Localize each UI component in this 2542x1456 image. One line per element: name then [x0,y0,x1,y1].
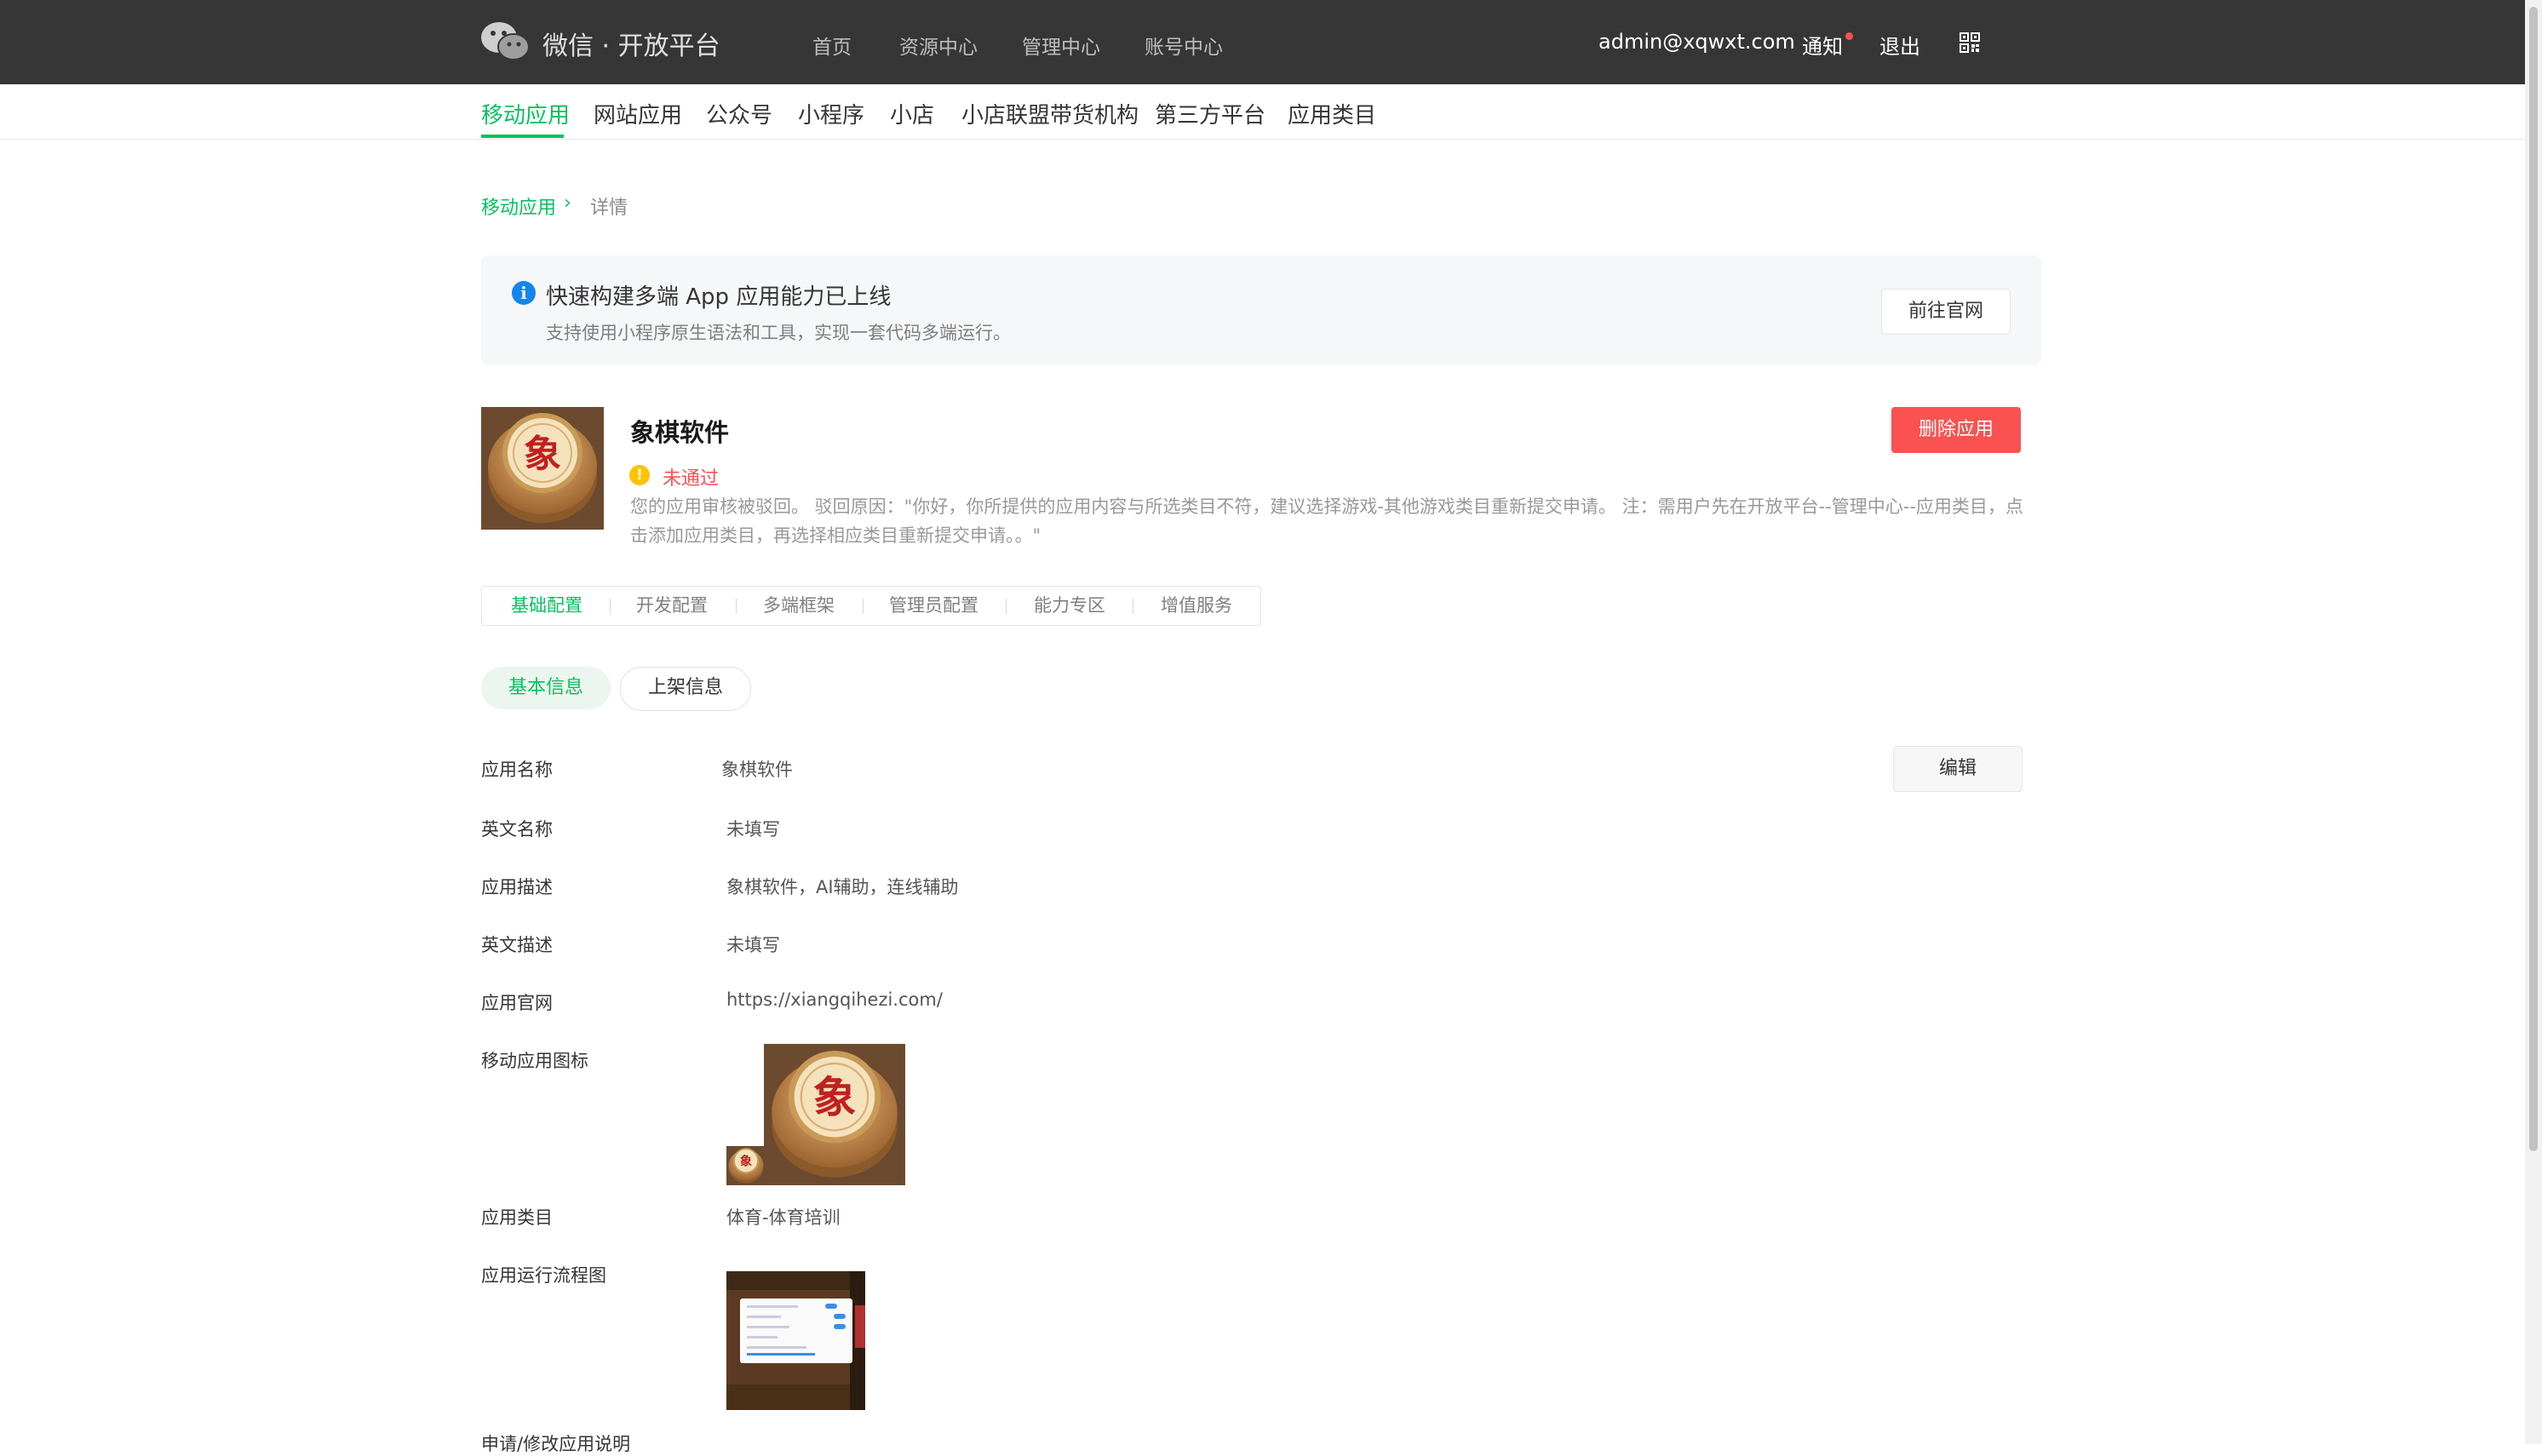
app-icon-preview-small: 象 [726,1146,766,1185]
category-shop[interactable]: 小店 [890,98,934,129]
brand-title[interactable]: 微信 · 开放平台 [542,25,720,62]
breadcrumb-current: 详情 [590,198,628,219]
banner-description: 支持使用小程序原生语法和工具，实现一套代码多端运行。 [546,323,1011,343]
category-shop-alliance[interactable]: 小店联盟带货机构 [961,98,1139,129]
nav-resource-center[interactable]: 资源中心 [899,31,978,60]
pill-basic-info[interactable]: 基本信息 [481,667,611,709]
svg-text:象: 象 [740,1154,752,1168]
category-third-party-platform[interactable]: 第三方平台 [1155,98,1265,129]
go-official-site-button[interactable]: 前往官网 [1881,289,2011,335]
pill-listing-info[interactable]: 上架信息 [620,667,751,711]
app-icon-large: 象 [481,407,604,530]
tab-separator [1006,599,1007,614]
notify-link[interactable]: 通知 [1802,30,1843,60]
banner-title: 快速构建多端 App 应用能力已上线 [546,284,892,310]
active-category-underline [481,135,564,138]
field-label-app-name: 应用名称 [481,760,553,780]
app-icon-char: 象 [524,433,561,476]
field-label-flow-chart: 应用运行流程图 [481,1265,606,1286]
tab-dev-config[interactable]: 开发配置 [636,587,708,625]
warning-icon: ! [629,465,650,485]
app-icon-preview-large: 象 [764,1044,905,1185]
flow-chart-thumbnail[interactable] [726,1271,865,1410]
delete-app-button[interactable]: 删除应用 [1891,407,2021,453]
wechat-logo-icon[interactable] [479,20,531,63]
logout-link[interactable]: 退出 [1879,30,1920,60]
field-value-category: 体育-体育培训 [726,1207,841,1228]
review-status: 未通过 [663,468,720,490]
category-app-categories[interactable]: 应用类目 [1288,98,1376,129]
breadcrumb-root[interactable]: 移动应用 [481,192,556,220]
reject-reason: 您的应用审核被驳回。 驳回原因："你好，你所提供的应用内容与所选类目不符，建议选… [630,496,2023,546]
category-website-app[interactable]: 网站应用 [594,98,682,129]
tab-multi-platform[interactable]: 多端框架 [763,587,835,625]
nav-account-center[interactable]: 账号中心 [1145,31,1223,60]
page-scrollbar[interactable] [2525,0,2542,1444]
top-bar: 微信 · 开放平台 首页 资源中心 管理中心 账号中心 admin@xqwxt.… [0,0,2525,84]
config-tabs: 基础配置 开发配置 多端框架 管理员配置 能力专区 增值服务 [481,586,1261,626]
nav-management-center[interactable]: 管理中心 [1022,31,1100,60]
field-label-description: 应用描述 [481,877,553,897]
category-bar: 移动应用 网站应用 公众号 小程序 小店 小店联盟带货机构 第三方平台 应用类目 [0,84,2525,140]
tab-separator [736,599,737,614]
field-label-en-name: 英文名称 [481,819,553,840]
field-value-en-description: 未填写 [726,935,780,955]
field-value-description: 象棋软件，AI辅助，连线辅助 [726,877,959,897]
field-value-en-name: 未填写 [726,819,780,840]
tab-admin-config[interactable]: 管理员配置 [889,587,978,625]
field-value-app-name: 象棋软件 [721,760,793,780]
flow-dialog-preview [740,1298,852,1363]
info-icon: i [512,281,536,305]
svg-text:象: 象 [813,1072,857,1123]
field-label-category: 应用类目 [481,1207,553,1228]
tab-capabilities[interactable]: 能力专区 [1034,587,1105,625]
field-label-app-icon: 移动应用图标 [481,1051,588,1071]
tab-value-added[interactable]: 增值服务 [1161,587,1232,625]
tab-basic-config[interactable]: 基础配置 [511,587,582,625]
category-mobile-app[interactable]: 移动应用 [481,98,570,129]
field-label-en-description: 英文描述 [481,935,553,955]
tab-separator [863,599,864,614]
breadcrumb-chevron-icon: › [564,192,571,214]
category-official-account[interactable]: 公众号 [706,98,772,129]
qr-code-icon[interactable] [1960,32,1980,53]
notify-dot-icon [1845,32,1853,40]
field-value-website[interactable]: https://xiangqihezi.com/ [726,989,943,1010]
tab-separator [610,599,611,614]
scrollbar-thumb[interactable] [2529,7,2538,1151]
account-email[interactable]: admin@xqwxt.com [1598,30,1795,54]
app-name: 象棋软件 [630,418,730,447]
edit-button[interactable]: 编辑 [1893,746,2023,792]
field-label-website: 应用官网 [481,993,553,1013]
nav-home[interactable]: 首页 [812,31,852,60]
category-mini-program[interactable]: 小程序 [798,98,864,129]
field-label-apply-description: 申请/修改应用说明 [481,1434,631,1454]
